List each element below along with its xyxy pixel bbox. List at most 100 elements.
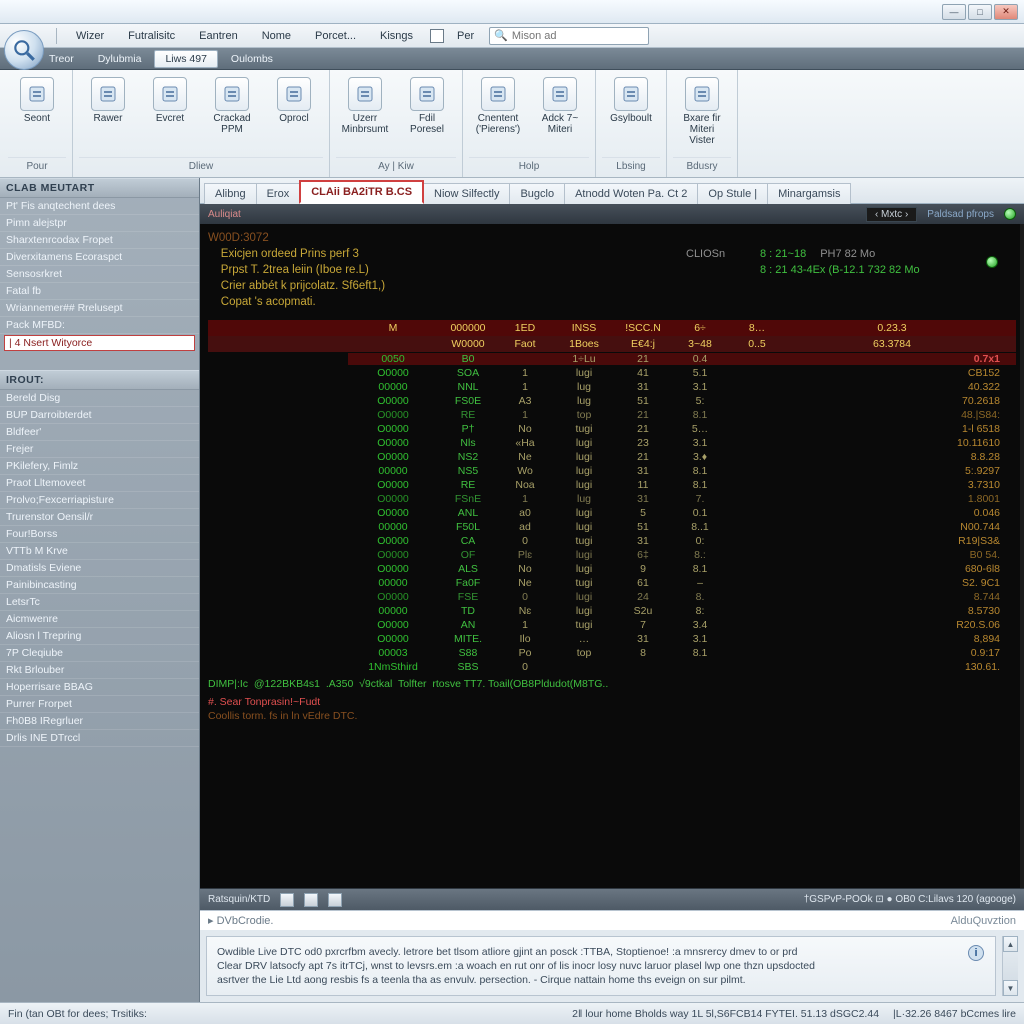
sidebar-item[interactable]: LetsrTc: [0, 594, 199, 611]
ribbon-btn-1-3[interactable]: Oprocl: [265, 74, 323, 155]
scroll-up-icon[interactable]: ▲: [1003, 936, 1018, 952]
table-row[interactable]: O0000AN1tugi73.4R20.S.06: [208, 618, 1016, 632]
ribbon-btn-4-0[interactable]: Gsylboult: [602, 74, 660, 155]
menu-wizer[interactable]: Wizer: [65, 27, 115, 45]
ribbon-btn-5-0[interactable]: Bxare fir Miteri Vister: [673, 74, 731, 155]
table-row[interactable]: 00000Fa0FNetugi61–S2. 9C1: [208, 576, 1016, 590]
scroll-down-icon[interactable]: ▼: [1003, 980, 1018, 996]
sidebar-item[interactable]: Painibincasting: [0, 577, 199, 594]
table-row[interactable]: O0000RE1top218.148.|S84:: [208, 408, 1016, 422]
ribbon-btn-1-1[interactable]: Evcret: [141, 74, 199, 155]
table-row[interactable]: O0000RENoalugi118.13.7310: [208, 478, 1016, 492]
tb2-3[interactable]: Oulombs: [220, 50, 284, 68]
sidebar-item[interactable]: Pack MFBD:: [0, 317, 199, 334]
tb2-1[interactable]: Dylubmia: [87, 50, 153, 68]
ribbon-btn-1-2[interactable]: Crackad PPM: [203, 74, 261, 155]
table-row[interactable]: O0000ALSNolugi98.1680-6l8: [208, 562, 1016, 576]
terminal[interactable]: W00D:3072 Exicjen ordeed Prins perf 3 Pr…: [200, 224, 1024, 888]
table-row[interactable]: 0050B01÷Lu210.40.7x1: [208, 352, 1016, 366]
sidebar-item[interactable]: Drlis INE DTrccl: [0, 730, 199, 747]
table-row[interactable]: 00000NNL1lug313.140.322: [208, 380, 1016, 394]
sidebar-item[interactable]: Pimn alejstpr: [0, 215, 199, 232]
terminal-scrollbar[interactable]: [1020, 224, 1024, 888]
ribbon-btn-1-0[interactable]: Rawer: [79, 74, 137, 155]
sidebar-item[interactable]: Four!Borss: [0, 526, 199, 543]
sidebar-item[interactable]: Sensosrkret: [0, 266, 199, 283]
table-row[interactable]: O0000Nls«Halugi233.110.11610: [208, 436, 1016, 450]
table-row[interactable]: 00000F50Ladlugi518..1N00.744: [208, 520, 1016, 534]
table-row[interactable]: 00000TDNɛlugiS2u8:8.5730: [208, 604, 1016, 618]
table-row[interactable]: O0000FSE0lugi248.8.744: [208, 590, 1016, 604]
sidebar-item[interactable]: Prolvo;Fexcerriapisture: [0, 492, 199, 509]
hint-scrollbar[interactable]: ▲ ▼: [1002, 936, 1018, 996]
command-input-line[interactable]: ▸ DVbCrodie. AlduQuvztion: [200, 910, 1024, 930]
table-row[interactable]: O0000FSnE1lug317.1.8001: [208, 492, 1016, 506]
sidebar-item[interactable]: Purrer Frorpet: [0, 696, 199, 713]
sidebar-item[interactable]: | 4 Nsert Wityorce: [4, 335, 195, 351]
table-row[interactable]: 00003S88Potop88.10.9:17: [208, 646, 1016, 660]
search-box[interactable]: 🔍: [489, 27, 649, 45]
menu-porcet...[interactable]: Porcet...: [304, 27, 367, 45]
doc-tab-5[interactable]: Atnodd Woten Pa. Ct 2: [564, 183, 698, 204]
sidebar-item[interactable]: VTTb M Krve: [0, 543, 199, 560]
term-hdr-nav[interactable]: ‹ Mxtc ›: [866, 207, 917, 222]
doc-tab-2[interactable]: CLAii BA2iTR B.CS: [299, 180, 424, 204]
table-row[interactable]: O0000CA0tugi310:R19|S3&: [208, 534, 1016, 548]
ribbon-btn-3-0[interactable]: Cnentent ('Pierens'): [469, 74, 527, 155]
hint-info-icon[interactable]: i: [968, 945, 984, 961]
window-minimize[interactable]: —: [942, 4, 966, 20]
footer-icon-1[interactable]: [280, 893, 294, 907]
sidebar-item[interactable]: Trurenstor Oensil/r: [0, 509, 199, 526]
sidebar-item[interactable]: Aicmwenre: [0, 611, 199, 628]
menu-futralisitc[interactable]: Futralisitc: [117, 27, 186, 45]
app-logo[interactable]: [4, 30, 44, 70]
doc-tab-6[interactable]: Op Stule |: [697, 183, 768, 204]
sidebar-item[interactable]: Praot Lltemoveet: [0, 475, 199, 492]
footer-icon-3[interactable]: [328, 893, 342, 907]
table-row[interactable]: O0000OFPlɛlugi6‡8.:B0 54.: [208, 548, 1016, 562]
ribbon-btn-3-1[interactable]: Adck 7~ Miteri: [531, 74, 589, 155]
footer-icon-2[interactable]: [304, 893, 318, 907]
table-row[interactable]: O0000NS2Nelugi213.♦8.8.28: [208, 450, 1016, 464]
doc-tab-4[interactable]: Bugclo: [509, 183, 565, 204]
sidebar-item[interactable]: BUP Darroibterdet: [0, 407, 199, 424]
sidebar-item[interactable]: Rkt Brlouber: [0, 662, 199, 679]
sidebar-item[interactable]: Wriannemer## Rrelusept: [0, 300, 199, 317]
sidebar-item[interactable]: Frejer: [0, 441, 199, 458]
sidebar-item[interactable]: PKilefery, Fimlz: [0, 458, 199, 475]
table-row[interactable]: O0000FS0EA3lug515:70.2618: [208, 394, 1016, 408]
sidebar-item[interactable]: Sharxtenrcodax Fropet: [0, 232, 199, 249]
sidebar-item[interactable]: Bldfeer': [0, 424, 199, 441]
sidebar-item[interactable]: Bereld Disg: [0, 390, 199, 407]
sidebar-item[interactable]: Fatal fb: [0, 283, 199, 300]
doc-tab-3[interactable]: Niow Silfectly: [423, 183, 510, 204]
menu-icon-a[interactable]: [430, 29, 444, 43]
menu-per[interactable]: Per: [446, 27, 485, 45]
ribbon-btn-0-0[interactable]: Seont: [8, 74, 66, 155]
table-row[interactable]: O0000P†Notugi215…1-l 6518: [208, 422, 1016, 436]
ribbon-btn-2-0[interactable]: Uzerr Minbrsumt: [336, 74, 394, 155]
window-maximize[interactable]: □: [968, 4, 992, 20]
table-row[interactable]: 1NmSthirdSBS0130.61.: [208, 660, 1016, 674]
sidebar-item[interactable]: Pt' Fis anqtechent dees: [0, 198, 199, 215]
window-close[interactable]: ✕: [994, 4, 1018, 20]
menu-kisngs[interactable]: Kisngs: [369, 27, 424, 45]
table-row[interactable]: O0000ANLa0lugi50.10.046: [208, 506, 1016, 520]
search-input[interactable]: [512, 30, 644, 42]
menu-eantren[interactable]: Eantren: [188, 27, 249, 45]
tb2-2[interactable]: Liws 497: [154, 50, 217, 68]
sidebar-item[interactable]: Aliosn l Trepring: [0, 628, 199, 645]
sidebar-item[interactable]: 7P Cleqiube: [0, 645, 199, 662]
doc-tab-0[interactable]: Alibng: [204, 183, 257, 204]
ribbon-btn-2-1[interactable]: Fdil Poresel: [398, 74, 456, 155]
menu-nome[interactable]: Nome: [251, 27, 302, 45]
sidebar-item[interactable]: Fh0B8 IRegrluer: [0, 713, 199, 730]
table-row[interactable]: O0000SOA1lugi415.1CB152: [208, 366, 1016, 380]
tb2-0[interactable]: Treor: [38, 50, 85, 68]
doc-tab-1[interactable]: Erox: [256, 183, 301, 204]
sidebar-item[interactable]: Hoperrisare BBAG: [0, 679, 199, 696]
doc-tab-7[interactable]: Minargamsis: [767, 183, 851, 204]
table-row[interactable]: 00000NS5Wolugi318.15:.9297: [208, 464, 1016, 478]
sidebar-item[interactable]: Diverxitamens Ecoraspct: [0, 249, 199, 266]
sidebar-item[interactable]: Dmatisls Eviene: [0, 560, 199, 577]
